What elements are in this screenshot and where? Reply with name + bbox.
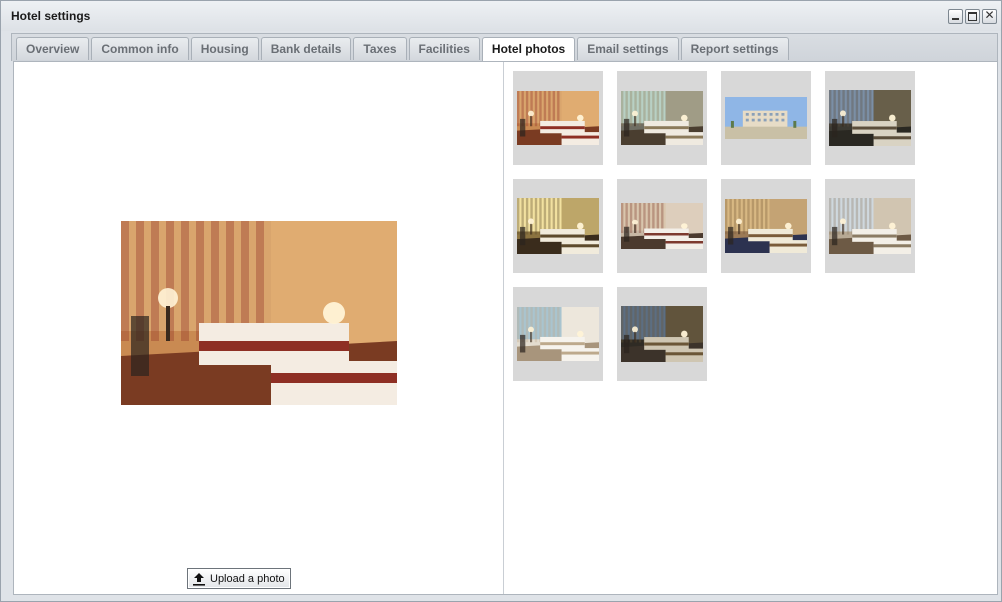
tab-taxes[interactable]: Taxes (353, 37, 407, 60)
photo-thumbnail[interactable] (513, 179, 603, 273)
thumbnail-image (829, 90, 911, 146)
panel-divider (503, 62, 504, 594)
minimize-icon (952, 18, 959, 20)
tab-bank-details[interactable]: Bank details (260, 37, 352, 60)
thumbnail-image (621, 203, 703, 249)
thumbnail-image (621, 306, 703, 362)
tab-report-settings[interactable]: Report settings (680, 37, 789, 60)
photo-thumbnail[interactable] (721, 179, 811, 273)
thumbnail-image (725, 97, 807, 139)
upload-photo-label: Upload a photo (210, 572, 285, 585)
close-icon: ✕ (984, 8, 995, 22)
title-bar[interactable]: Hotel settings ✕ (1, 1, 1001, 31)
tab-overview[interactable]: Overview (16, 37, 90, 60)
tab-hotel-photos[interactable]: Hotel photos (481, 37, 576, 62)
upload-photo-button[interactable]: Upload a photo (187, 568, 291, 589)
thumbnail-image (517, 198, 599, 254)
upload-icon (193, 572, 205, 586)
tab-facilities[interactable]: Facilities (408, 37, 480, 60)
thumbnail-image (517, 91, 599, 145)
window-title: Hotel settings (11, 9, 91, 23)
thumbnail-image (621, 91, 703, 145)
photo-thumbnail[interactable] (513, 287, 603, 381)
photo-thumbnail[interactable] (617, 71, 707, 165)
tab-strip: Overview Common info Housing Bank details Ta… (11, 33, 998, 62)
thumbnail-image (829, 198, 911, 254)
hotel-photos-panel: Upload a photo (13, 61, 998, 595)
minimize-button[interactable] (948, 9, 963, 24)
maximize-button[interactable] (965, 9, 980, 24)
thumbnail-image (725, 199, 807, 253)
hotel-settings-window: Hotel settings ✕ Overview Common info Hous… (0, 0, 1002, 602)
photo-thumbnail[interactable] (513, 71, 603, 165)
maximize-icon (968, 12, 977, 21)
tab-list: Overview Common info Housing Bank details Ta… (16, 37, 789, 62)
photo-thumbnail[interactable] (617, 287, 707, 381)
close-button[interactable]: ✕ (982, 8, 997, 24)
photo-thumbnail[interactable] (825, 71, 915, 165)
tab-email-settings[interactable]: Email settings (577, 37, 679, 60)
hotel-room-photo (121, 221, 397, 405)
tab-common-info[interactable]: Common info (91, 37, 189, 60)
window-controls: ✕ (948, 8, 997, 24)
photo-thumbnail[interactable] (721, 71, 811, 165)
selected-photo-preview (121, 221, 397, 405)
photo-thumbnail[interactable] (825, 179, 915, 273)
photo-thumbnail[interactable] (617, 179, 707, 273)
tab-housing[interactable]: Housing (190, 37, 259, 60)
thumbnail-image (517, 307, 599, 361)
